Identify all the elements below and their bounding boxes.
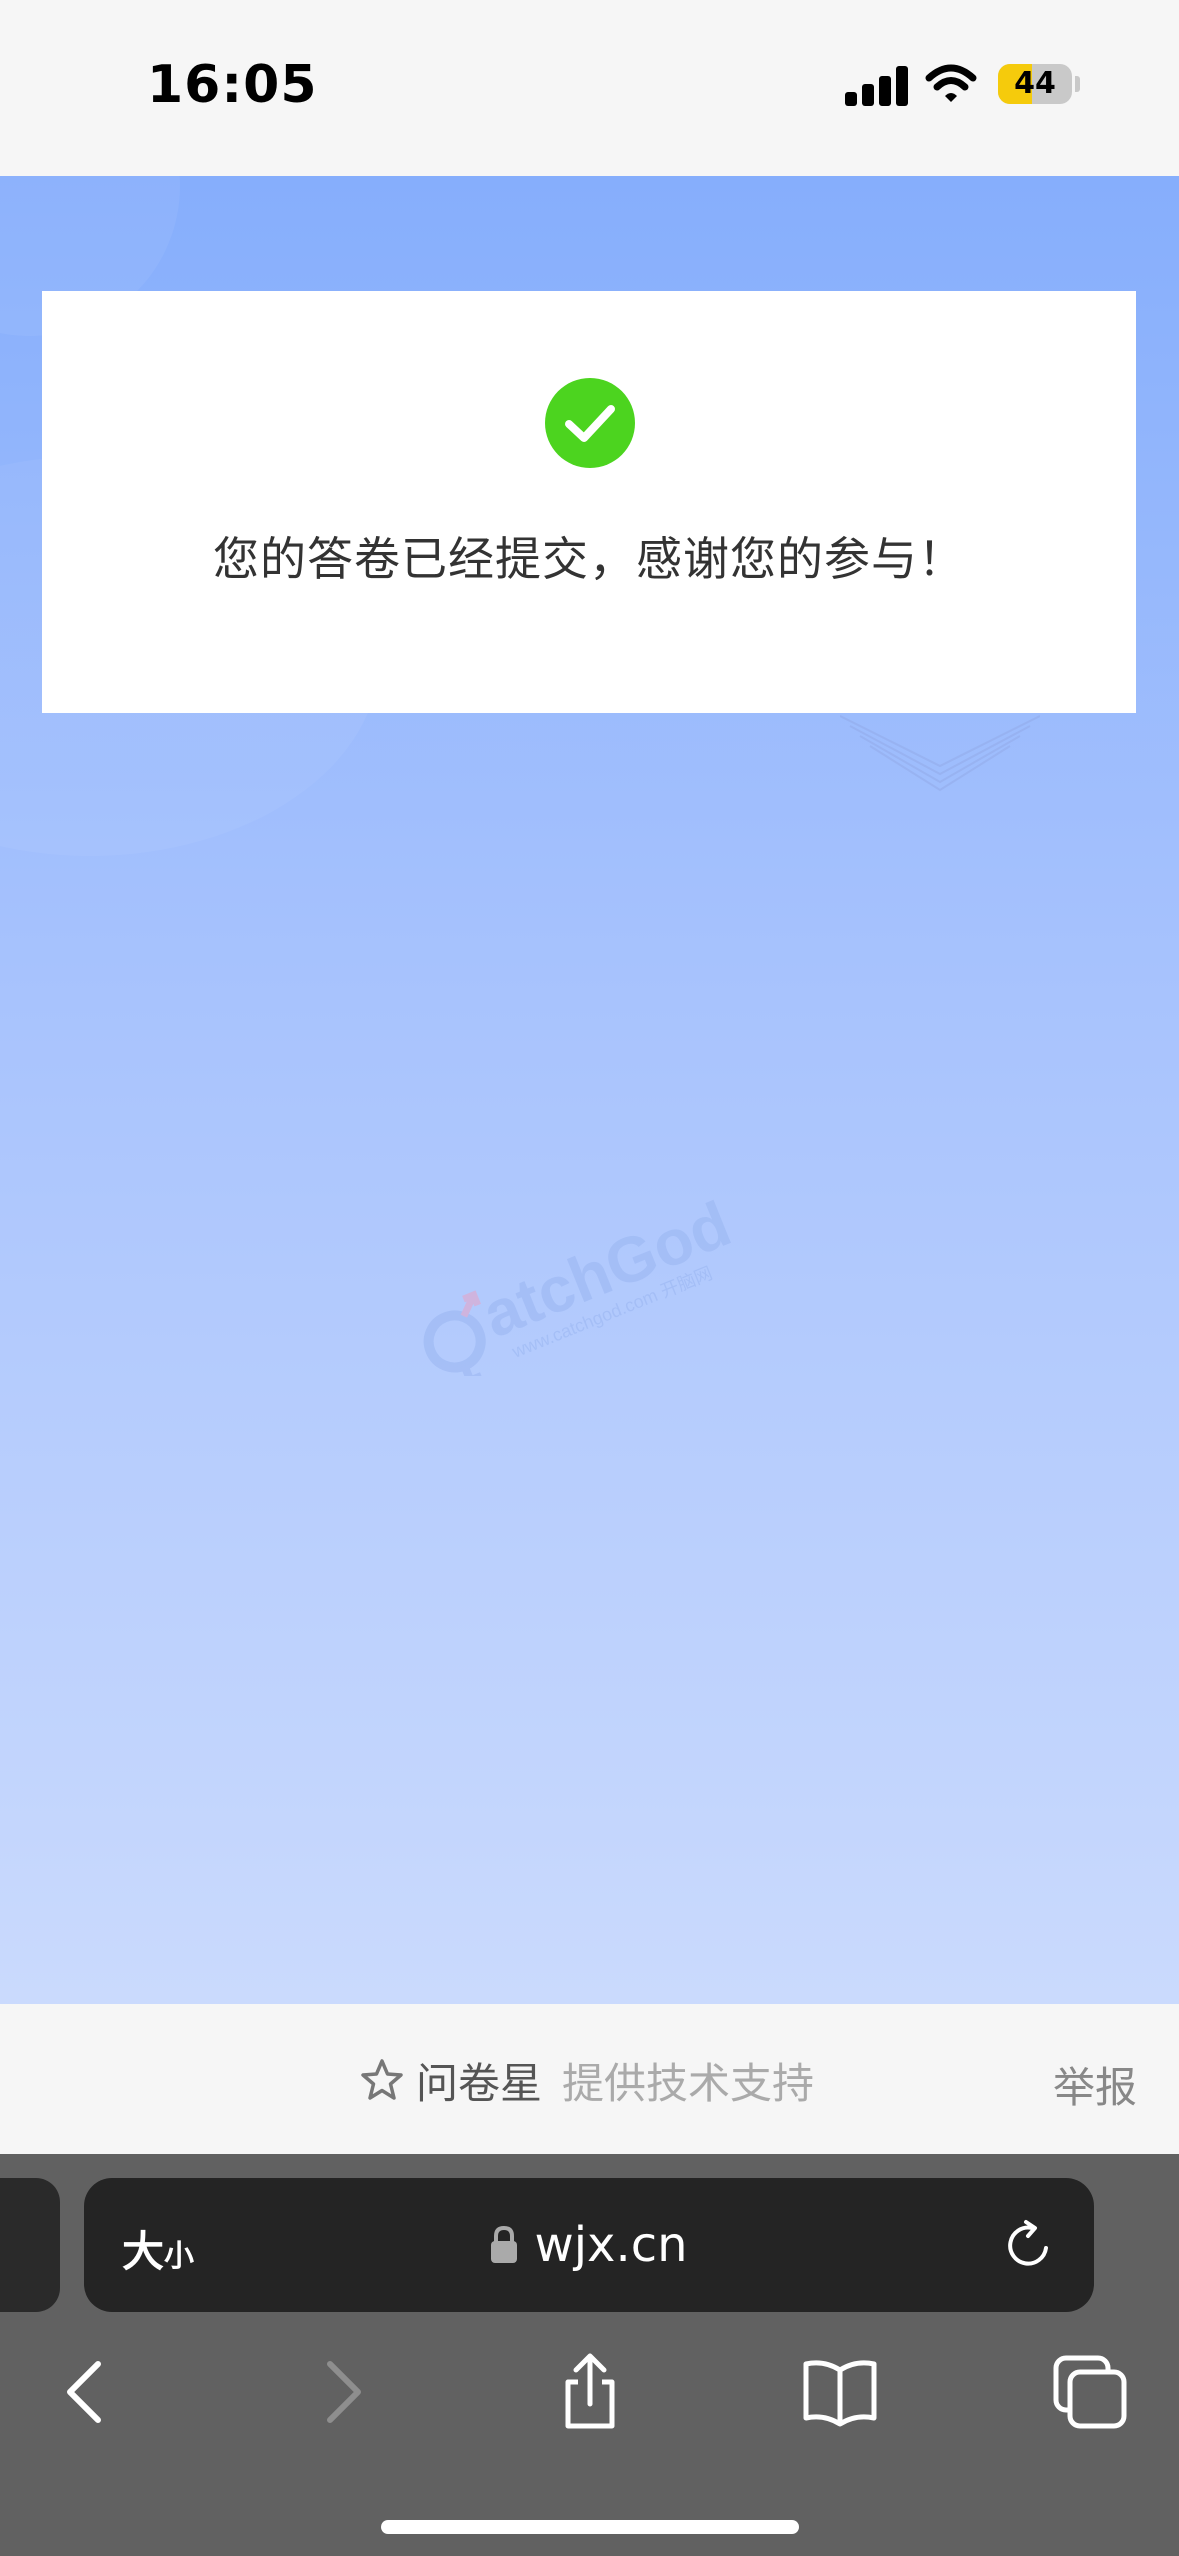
battery-icon: 44 <box>998 64 1072 104</box>
survey-result-page: 您的答卷已经提交，感谢您的参与！ atchGod www.catchgod.co… <box>0 176 1179 2004</box>
url-text[interactable]: wjx.cn <box>534 2217 687 2273</box>
url-container: wjx.cn <box>84 2178 1094 2312</box>
cellular-signal-icon <box>845 66 908 106</box>
forward-arrow-icon[interactable] <box>302 2352 382 2432</box>
previous-tab-peek[interactable] <box>0 2178 60 2312</box>
back-arrow-icon[interactable] <box>46 2352 126 2432</box>
powered-by[interactable]: 问卷星 提供技术支持 <box>360 2052 814 2108</box>
brand-name: 问卷星 <box>416 2058 543 2108</box>
address-bar[interactable]: wjx.cn 大小 <box>84 2178 1094 2312</box>
battery-tip <box>1075 76 1080 92</box>
share-icon[interactable] <box>550 2352 630 2432</box>
success-message: 您的答卷已经提交，感谢您的参与！ <box>213 532 965 586</box>
browser-chrome: wjx.cn 大小 <box>0 2154 1179 2556</box>
status-time: 16:05 <box>147 55 318 115</box>
wifi-icon <box>925 64 977 102</box>
report-link[interactable]: 举报 <box>1053 2054 1137 2115</box>
status-bar: 16:05 44 <box>0 0 1179 176</box>
lock-icon <box>491 2226 518 2263</box>
bookmarks-icon[interactable] <box>800 2352 880 2432</box>
home-indicator[interactable] <box>381 2520 799 2534</box>
background-wave-lines <box>840 715 1040 792</box>
reload-icon[interactable] <box>1002 2218 1056 2272</box>
star-outline-icon <box>361 2059 403 2100</box>
check-circle-icon <box>545 378 635 468</box>
submission-success-card: 您的答卷已经提交，感谢您的参与！ <box>42 291 1136 713</box>
watermark-logo: atchGod www.catchgod.com 开脑网 <box>423 1187 740 1376</box>
text-size-button[interactable]: 大小 <box>122 2218 194 2279</box>
brand-subtitle: 提供技术支持 <box>562 2058 815 2108</box>
tabs-icon[interactable] <box>1050 2352 1130 2432</box>
page-footer: 问卷星 提供技术支持 举报 <box>0 2004 1179 2154</box>
battery-percent: 44 <box>1014 66 1056 101</box>
